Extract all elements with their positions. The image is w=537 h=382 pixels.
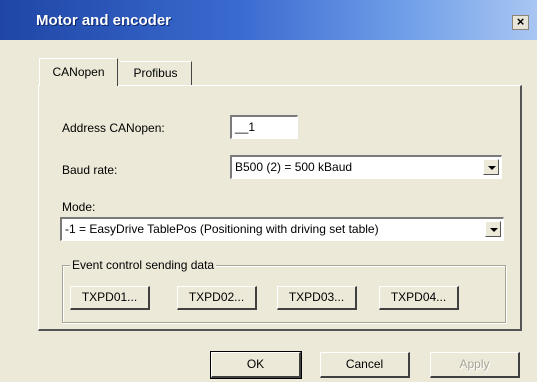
baud-rate-value: B500 (2) = 500 kBaud [235,160,353,174]
mode-value: -1 = EasyDrive TablePos (Positioning wit… [65,222,379,236]
apply-button[interactable]: Apply [430,352,520,378]
txpdo2-button[interactable]: TXPD02... [177,286,257,310]
mode-select[interactable]: -1 = EasyDrive TablePos (Positioning wit… [60,217,504,241]
close-button[interactable]: × [512,15,529,30]
cancel-label: Cancel [345,357,384,371]
chevron-down-icon[interactable] [483,159,499,175]
txpdo3-label: TXPD03... [288,290,345,304]
baud-rate-label: Baud rate: [62,163,118,177]
address-input[interactable]: __1 [230,115,298,139]
tab-profibus-label: Profibus [133,66,178,80]
address-label: Address CANopen: [62,121,165,135]
tab-canopen-label: CANopen [52,65,105,79]
txpdo1-button[interactable]: TXPD01... [70,286,150,310]
txpdo2-label: TXPD02... [188,290,245,304]
mode-label: Mode: [62,200,96,214]
txpdo4-label: TXPD04... [390,290,447,304]
title-bar: Motor and encoder × [0,0,537,40]
cancel-button[interactable]: Cancel [320,352,410,378]
txpdo4-button[interactable]: TXPD04... [379,286,459,310]
ok-label: OK [246,357,265,371]
tab-canopen[interactable]: CANopen [39,58,118,86]
apply-label: Apply [459,357,490,371]
close-icon: × [516,14,525,29]
address-value: __1 [235,120,256,134]
motor-encoder-dialog: Motor and encoder × CANopen Profibus Add… [0,0,537,382]
window-title: Motor and encoder [36,12,172,29]
txpdo1-label: TXPD01... [81,290,138,304]
tab-profibus[interactable]: Profibus [120,61,192,85]
txpdo3-button[interactable]: TXPD03... [277,286,357,310]
baud-rate-select[interactable]: B500 (2) = 500 kBaud [230,155,502,179]
chevron-down-icon[interactable] [485,221,501,237]
ok-button[interactable]: OK [210,351,302,379]
event-control-legend: Event control sending data [70,258,217,272]
